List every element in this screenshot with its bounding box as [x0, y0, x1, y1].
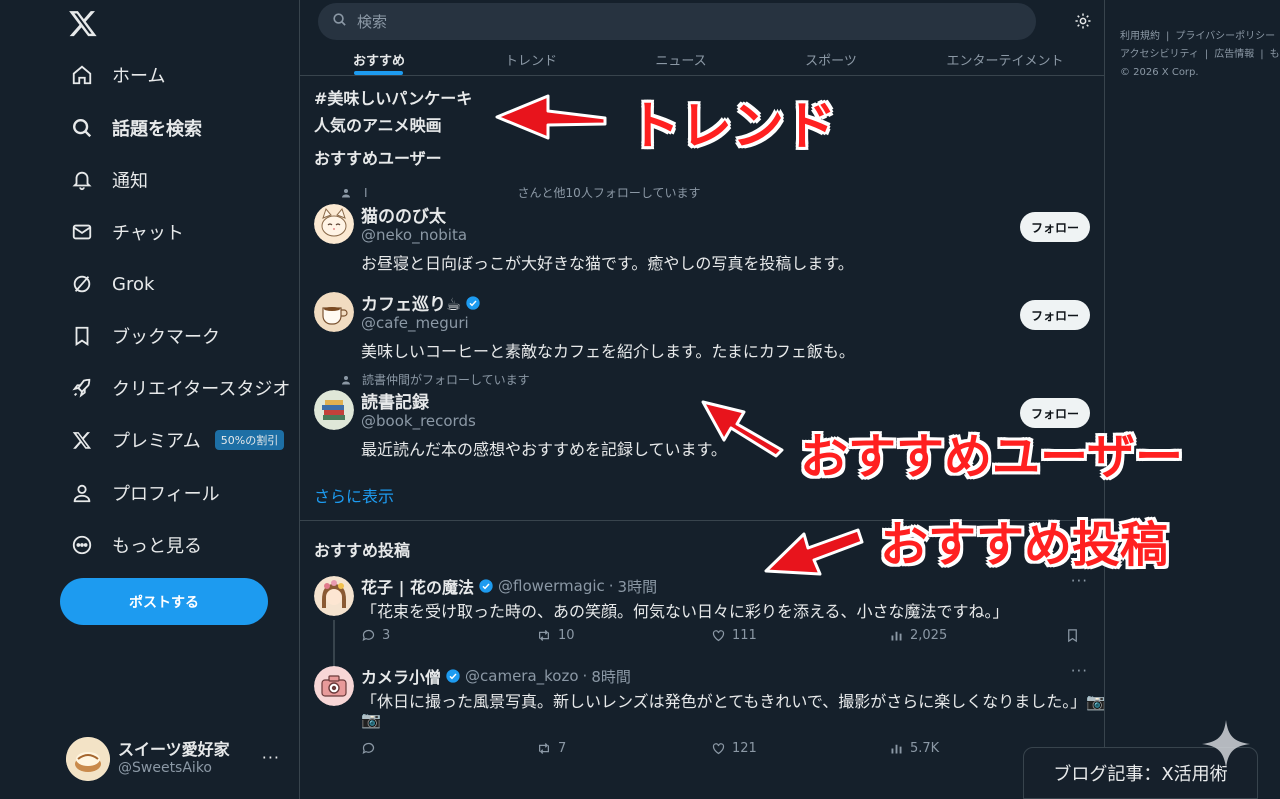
arrow-to-trends [495, 94, 607, 140]
app-window: ホーム 話題を検索 通知 チャット Grok ブックマーク クリエイタースタジオ… [0, 0, 1280, 799]
annotation-posts-label: おすすめ投稿 [880, 517, 1169, 573]
annotation-users-label: おすすめユーザー [800, 429, 1184, 485]
arrow-to-users [701, 400, 784, 458]
sparkle-icon [1202, 720, 1250, 768]
arrow-to-posts [764, 528, 864, 576]
annotation-trend-label: トレンド [628, 97, 837, 157]
